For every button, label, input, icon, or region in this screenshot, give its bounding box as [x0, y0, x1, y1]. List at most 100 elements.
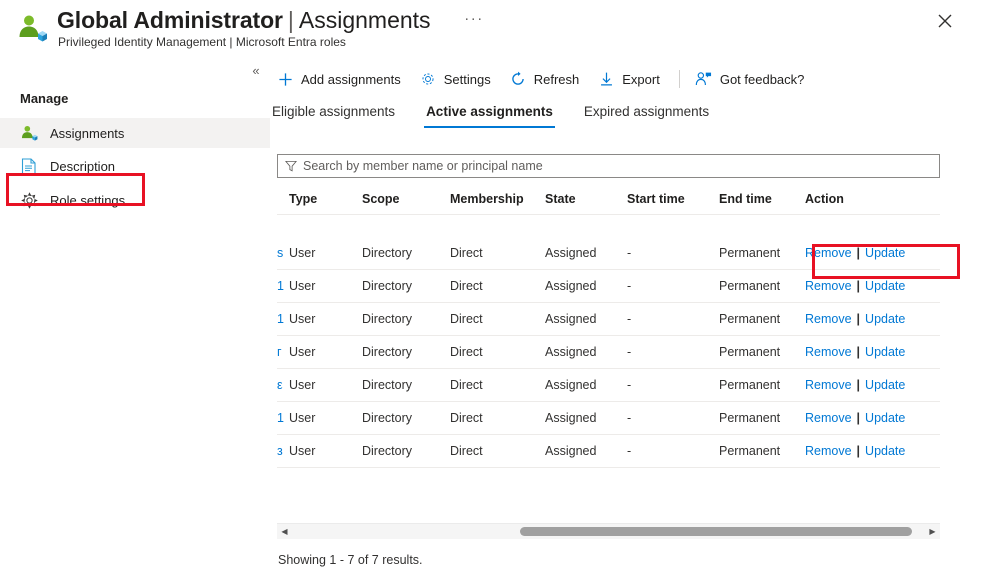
user-role-icon	[16, 12, 48, 44]
search-bar[interactable]	[277, 154, 940, 178]
row-start-time: -	[627, 435, 717, 467]
search-input[interactable]	[303, 159, 939, 173]
action-separator: |	[857, 312, 861, 326]
table-row[interactable]: г User Directory Direct Assigned - Perma…	[277, 336, 940, 369]
table-row[interactable]: 1 User Directory Direct Assigned - Perma…	[277, 270, 940, 303]
scroll-right-arrow-icon[interactable]: ▶	[925, 524, 940, 539]
got-feedback-label: Got feedback?	[720, 72, 805, 87]
sidebar-section-manage: Manage	[20, 91, 68, 106]
row-end-time: Permanent	[719, 336, 809, 368]
sidebar-item-label: Role settings	[50, 193, 125, 208]
row-actions: Remove | Update	[805, 369, 940, 401]
row-clipped-name: г	[277, 336, 286, 368]
row-start-time: -	[627, 402, 717, 434]
remove-link[interactable]: Remove	[805, 312, 852, 326]
table-row[interactable]: 1 User Directory Direct Assigned - Perma…	[277, 303, 940, 336]
row-scope: Directory	[362, 336, 442, 368]
row-scope: Directory	[362, 402, 442, 434]
refresh-button[interactable]: Refresh	[503, 63, 590, 95]
update-link[interactable]: Update	[865, 444, 905, 458]
remove-link[interactable]: Remove	[805, 411, 852, 425]
action-separator: |	[857, 246, 861, 260]
gear-icon	[419, 70, 437, 88]
row-actions: Remove|Update	[805, 336, 940, 368]
column-header-state: State	[545, 184, 625, 214]
row-type: User	[289, 303, 359, 335]
row-membership: Direct	[450, 402, 540, 434]
remove-link[interactable]: Remove	[805, 279, 852, 293]
row-scope: Directory	[362, 270, 442, 302]
table-row[interactable]: ε User Directory Direct Assigned - Perma…	[277, 369, 940, 402]
column-header-action: Action	[805, 184, 940, 214]
row-state: Assigned	[545, 270, 625, 302]
page-title-separator: |	[288, 7, 294, 33]
row-end-time: Permanent	[719, 369, 809, 401]
row-membership: Direct	[450, 435, 540, 467]
sidebar-item-description[interactable]: Description	[0, 151, 270, 181]
remove-link[interactable]: Remove	[805, 246, 852, 260]
row-actions: Remove | Update	[805, 303, 940, 335]
table-row[interactable]: ѕ User Directory Direct Assigned - Perma…	[277, 237, 940, 270]
user-role-icon	[20, 124, 38, 142]
column-header-end-time: End time	[719, 184, 809, 214]
page-title-section: Assignments	[299, 7, 431, 33]
row-clipped-name: ε	[277, 369, 286, 401]
update-link[interactable]: Update	[865, 279, 905, 293]
table-row[interactable]: з User Directory Direct Assigned - Perma…	[277, 435, 940, 468]
tab-eligible-assignments[interactable]: Eligible assignments	[270, 104, 397, 128]
scrollbar-track[interactable]	[292, 524, 925, 539]
sidebar-item-label: Assignments	[50, 126, 124, 141]
remove-link[interactable]: Remove	[805, 345, 852, 359]
row-type: User	[289, 435, 359, 467]
update-link[interactable]: Update	[865, 378, 905, 392]
row-end-time: Permanent	[719, 402, 809, 434]
row-type: User	[289, 369, 359, 401]
update-link[interactable]: Update	[865, 411, 905, 425]
remove-link[interactable]: Remove	[805, 444, 852, 458]
export-label: Export	[622, 72, 660, 87]
settings-label: Settings	[444, 72, 491, 87]
update-link[interactable]: Update	[865, 345, 905, 359]
row-actions: Remove|Update	[805, 270, 940, 302]
got-feedback-button[interactable]: Got feedback?	[689, 63, 815, 95]
row-scope: Directory	[362, 237, 442, 269]
remove-link[interactable]: Remove	[805, 378, 852, 392]
table-horizontal-scrollbar[interactable]: ◀ ▶	[277, 523, 940, 539]
row-type: User	[289, 270, 359, 302]
tab-active-assignments[interactable]: Active assignments	[424, 104, 555, 128]
row-start-time: -	[627, 369, 717, 401]
close-icon[interactable]	[932, 8, 958, 34]
collapse-sidebar-icon[interactable]: «	[247, 62, 265, 80]
tab-expired-assignments[interactable]: Expired assignments	[582, 104, 711, 128]
add-assignments-button[interactable]: Add assignments	[270, 63, 411, 95]
row-start-time: -	[627, 303, 717, 335]
settings-button[interactable]: Settings	[413, 63, 501, 95]
row-membership: Direct	[450, 336, 540, 368]
assignments-table: Type Scope Membership State Start time E…	[277, 184, 940, 472]
scrollbar-thumb[interactable]	[520, 527, 912, 536]
row-membership: Direct	[450, 303, 540, 335]
export-button[interactable]: Export	[591, 63, 670, 95]
assignment-tabs: Eligible assignments Active assignments …	[270, 104, 738, 138]
more-options-icon[interactable]: ···	[462, 12, 486, 34]
row-actions: Remove | Update	[805, 237, 940, 269]
action-separator: |	[857, 378, 861, 392]
row-clipped-name: 1	[277, 402, 286, 434]
row-state: Assigned	[545, 369, 625, 401]
sidebar-item-assignments[interactable]: Assignments	[0, 118, 270, 148]
sidebar-item-role-settings[interactable]: Role settings	[0, 185, 270, 215]
row-type: User	[289, 336, 359, 368]
update-link[interactable]: Update	[865, 246, 905, 260]
page-title-role: Global Administrator	[57, 7, 283, 33]
main-content: Add assignments Settings Refresh	[270, 56, 981, 526]
row-scope: Directory	[362, 303, 442, 335]
row-start-time: -	[627, 270, 717, 302]
command-toolbar: Add assignments Settings Refresh	[270, 60, 816, 98]
table-row[interactable]: 1 User Directory Direct Assigned - Perma…	[277, 402, 940, 435]
document-icon	[20, 157, 38, 175]
scroll-left-arrow-icon[interactable]: ◀	[277, 524, 292, 539]
row-scope: Directory	[362, 369, 442, 401]
row-clipped-name: з	[277, 435, 286, 467]
update-link[interactable]: Update	[865, 312, 905, 326]
table-header-row: Type Scope Membership State Start time E…	[277, 184, 940, 215]
